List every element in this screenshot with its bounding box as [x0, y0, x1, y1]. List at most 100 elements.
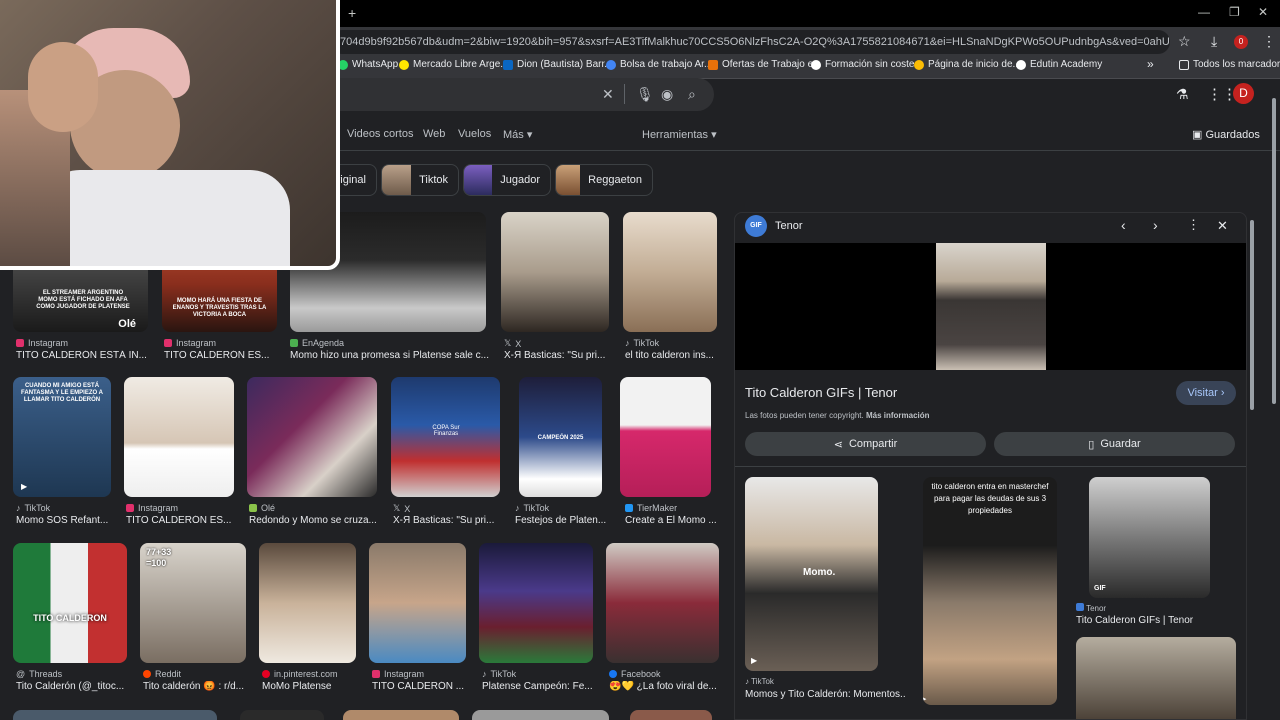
- result-title[interactable]: X-Я Basticas: "Su pri...: [504, 350, 614, 361]
- tab-mas[interactable]: Más ▾: [503, 128, 532, 141]
- clear-icon[interactable]: ✕: [602, 86, 614, 103]
- bookmark-formacion[interactable]: Formación sin coste...: [811, 59, 923, 70]
- result-image[interactable]: [124, 377, 234, 497]
- x-icon: 𝕏: [393, 503, 401, 513]
- address-bar[interactable]: 704d9b9f92b567db&udm=2&biw=1920&bih=957&…: [330, 30, 1170, 54]
- result-image[interactable]: TITO CALDERON: [13, 543, 127, 663]
- preview-image[interactable]: [936, 243, 1046, 370]
- related-title[interactable]: Tito Calderon GIFs | Tenor: [1076, 615, 1236, 626]
- result-image[interactable]: [259, 543, 356, 663]
- result-image[interactable]: [630, 710, 712, 720]
- previous-icon[interactable]: ‹: [1121, 217, 1126, 233]
- search-icon[interactable]: ⌕: [688, 86, 696, 103]
- result-title[interactable]: el tito calderon ins...: [625, 350, 720, 361]
- bookmark-pagina[interactable]: Página de inicio de...: [914, 59, 1021, 70]
- image-overlay-text: 77+33 =100: [146, 547, 172, 568]
- share-button[interactable]: ⋖ Compartir: [745, 432, 986, 456]
- result-image[interactable]: 77+33 =100: [140, 543, 246, 663]
- bookmark-ofertas[interactable]: Ofertas de Trabajo e...: [708, 59, 822, 70]
- extension-badge[interactable]: 0: [1234, 35, 1248, 49]
- new-tab-button[interactable]: +: [348, 5, 356, 21]
- result-image[interactable]: [501, 212, 609, 332]
- result-image[interactable]: [240, 710, 324, 720]
- chip-reggaeton[interactable]: Reggaeton: [555, 164, 653, 196]
- result-title[interactable]: TITO CALDERÓN ESTÁ IN...: [16, 350, 151, 361]
- result-title[interactable]: Create a El Momo ...: [625, 515, 717, 526]
- bookmark-linkedin[interactable]: Dion (Bautista) Barr...: [503, 59, 613, 70]
- related-image[interactable]: Momo. ▶: [745, 477, 878, 671]
- chip-tiktok[interactable]: Tiktok: [381, 164, 459, 196]
- result-source: Olé: [249, 503, 275, 513]
- microphone-icon[interactable]: 🎙: [636, 86, 654, 103]
- result-image[interactable]: [472, 710, 609, 720]
- result-title[interactable]: Momo hizo una promesa si Platense sale c…: [290, 350, 490, 361]
- close-panel-icon[interactable]: ✕: [1217, 218, 1228, 234]
- result-image[interactable]: CUANDO MI AMIGO ESTÁ FANTASMA Y LE EMPIE…: [13, 377, 111, 497]
- tab-videos-cortos[interactable]: Videos cortos: [347, 128, 413, 140]
- result-image[interactable]: [343, 710, 459, 720]
- tools-menu[interactable]: Herramientas ▾: [642, 128, 717, 141]
- chip-thumbnail: [382, 165, 412, 195]
- related-image[interactable]: tito calderon entra en masterchef para p…: [923, 477, 1057, 705]
- result-image[interactable]: CAMPEÓN 2025: [519, 377, 602, 497]
- result-title[interactable]: Tito calderón 😡 : r/d...: [143, 681, 249, 692]
- page-scroll-thumb[interactable]: [1272, 98, 1276, 404]
- lens-icon[interactable]: ◉: [661, 86, 673, 103]
- result-title[interactable]: MoMo Platense: [262, 681, 359, 692]
- tab-vuelos[interactable]: Vuelos: [458, 128, 491, 140]
- result-image[interactable]: [620, 377, 711, 497]
- related-image[interactable]: [1076, 637, 1236, 719]
- panel-title[interactable]: Tito Calderon GIFs | Tenor: [745, 385, 897, 400]
- result-image[interactable]: [247, 377, 377, 497]
- save-button[interactable]: ▯ Guardar: [994, 432, 1235, 456]
- result-title[interactable]: TITO CALDERÓN ES...: [126, 515, 236, 526]
- result-title[interactable]: Platense Campeón: Fe...: [482, 681, 596, 692]
- bookmarks-overflow[interactable]: »: [1147, 57, 1154, 71]
- more-options-icon[interactable]: ⋮: [1187, 217, 1200, 233]
- close-icon[interactable]: ✕: [1258, 5, 1268, 19]
- result-title[interactable]: Festejos de Platen...: [515, 515, 610, 526]
- labs-icon[interactable]: ⚗: [1176, 86, 1189, 103]
- result-image[interactable]: [369, 543, 466, 663]
- image-overlay-text: CAMPEÓN 2025: [537, 435, 584, 441]
- bookmark-mercadolibre[interactable]: Mercado Libre Arge...: [399, 59, 509, 70]
- all-bookmarks[interactable]: Todos los marcadores: [1179, 59, 1280, 70]
- minimize-icon[interactable]: —: [1198, 5, 1210, 19]
- related-image[interactable]: GIF: [1089, 477, 1210, 598]
- result-title[interactable]: Tito Calderón (@_titoc...: [16, 681, 130, 692]
- kebab-menu-icon[interactable]: ⋮: [1262, 33, 1276, 50]
- result-image[interactable]: [479, 543, 593, 663]
- panel-source-name[interactable]: Tenor: [775, 220, 803, 232]
- avatar[interactable]: D: [1233, 83, 1254, 104]
- hand: [28, 42, 98, 132]
- result-title[interactable]: TITO CALDERÓN ES...: [164, 350, 279, 361]
- result-title[interactable]: 😍💛 ¿La foto viral de...: [609, 681, 719, 692]
- bookmark-bolsa[interactable]: Bolsa de trabajo Ar...: [606, 59, 712, 70]
- result-title[interactable]: X-Я Basticas: "Su pri...: [393, 515, 503, 526]
- bookmark-whatsapp[interactable]: WhatsApp: [338, 59, 398, 70]
- result-title[interactable]: TITO CALDERÓN ...: [372, 681, 469, 692]
- play-icon: ▶: [923, 695, 926, 703]
- bookmark-edutin[interactable]: Edutin Academy: [1016, 59, 1102, 70]
- search-input[interactable]: [330, 78, 714, 111]
- bookmark-icon: ▣: [1192, 129, 1206, 141]
- result-image[interactable]: [623, 212, 717, 332]
- result-image[interactable]: [606, 543, 719, 663]
- restore-icon[interactable]: ❐: [1229, 5, 1240, 19]
- more-info-link[interactable]: Más información: [866, 411, 930, 420]
- result-image[interactable]: COPA Sur Finanzas: [391, 377, 500, 497]
- saved-link[interactable]: ▣ Guardados: [1192, 128, 1260, 141]
- panel-scrollbar[interactable]: [1248, 212, 1256, 720]
- next-icon[interactable]: ›: [1153, 217, 1158, 233]
- tab-web[interactable]: Web: [423, 128, 445, 140]
- visit-button[interactable]: Visitar ›: [1176, 381, 1236, 405]
- related-title[interactable]: Momos y Tito Calderón: Momentos...: [745, 689, 905, 700]
- star-icon[interactable]: ☆: [1178, 33, 1191, 50]
- result-title[interactable]: Redondo y Momo se cruza...: [249, 515, 379, 526]
- page-scrollbar[interactable]: [1270, 96, 1278, 720]
- chip-jugador[interactable]: Jugador: [463, 164, 551, 196]
- result-title[interactable]: Momo SOS Refant...: [16, 515, 114, 526]
- download-icon[interactable]: ⤓: [1211, 33, 1217, 50]
- result-image[interactable]: [13, 710, 217, 720]
- panel-scroll-thumb[interactable]: [1250, 220, 1254, 410]
